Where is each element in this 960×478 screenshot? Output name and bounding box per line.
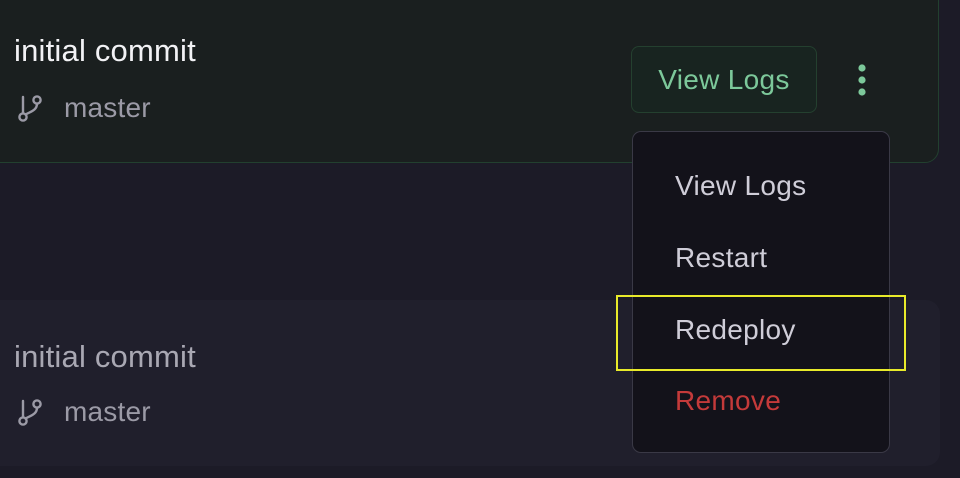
actions-dropdown-menu: View Logs Restart Redeploy Remove (632, 131, 890, 453)
commit-message: initial commit (14, 33, 196, 68)
commit-message: initial commit (14, 339, 196, 374)
branch-name: master (64, 396, 151, 427)
branch-row: master (16, 92, 151, 124)
deployments-panel: initial commit master View Logs initial … (0, 0, 960, 478)
menu-item-view-logs[interactable]: View Logs (675, 170, 806, 202)
git-branch-icon (18, 95, 42, 122)
view-logs-button[interactable]: View Logs (631, 46, 817, 113)
menu-item-restart[interactable]: Restart (675, 242, 767, 274)
git-branch-icon (18, 399, 42, 426)
kebab-menu-icon[interactable] (848, 58, 876, 102)
branch-name: master (64, 92, 151, 123)
branch-row: master (16, 396, 151, 428)
menu-item-redeploy[interactable]: Redeploy (675, 314, 796, 346)
menu-item-remove[interactable]: Remove (675, 385, 781, 417)
